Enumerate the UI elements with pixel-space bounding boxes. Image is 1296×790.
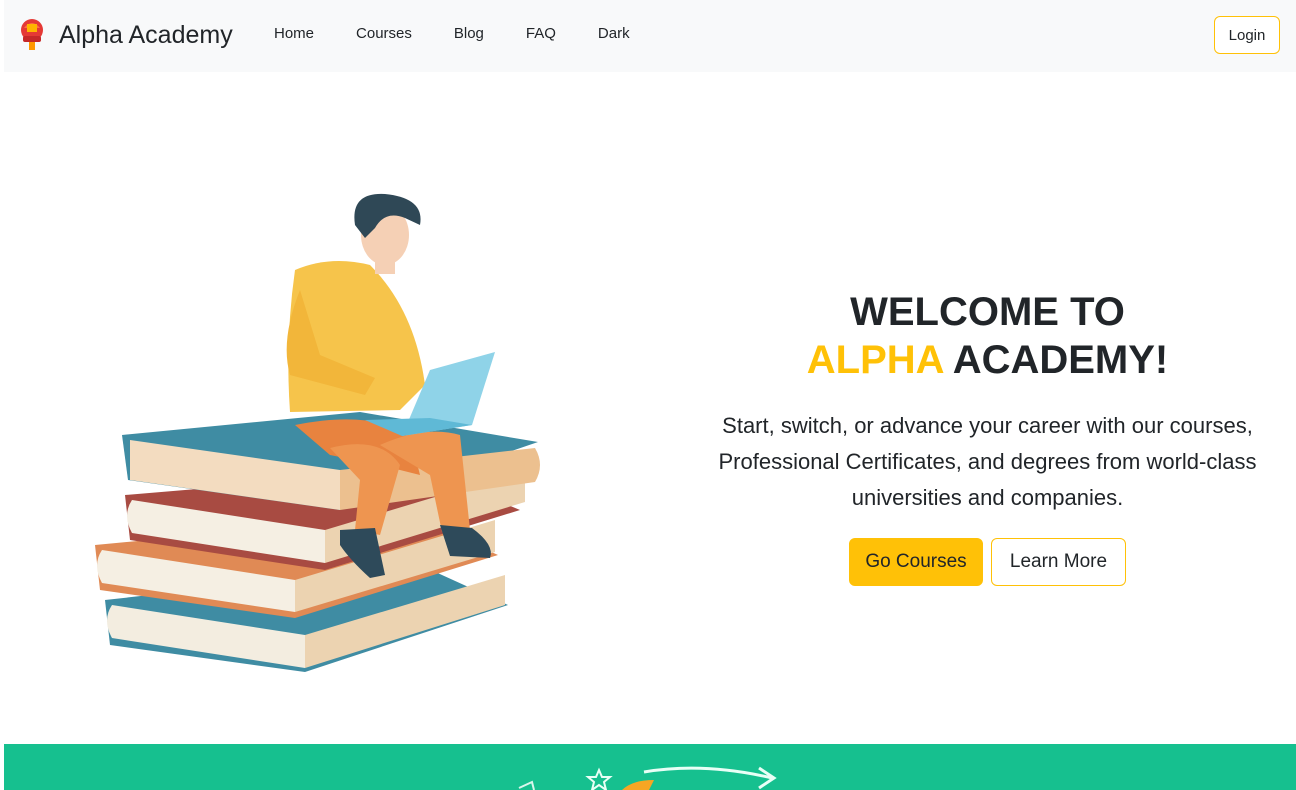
- nav-link-courses[interactable]: Courses: [356, 25, 412, 42]
- brand[interactable]: Alpha Academy: [18, 18, 233, 52]
- hero-title-rest: ACADEMY!: [952, 338, 1169, 382]
- hero-subtitle: Start, switch, or advance your career wi…: [718, 413, 1257, 510]
- go-courses-button[interactable]: Go Courses: [849, 538, 983, 586]
- hero-title-line1: WELCOME TO: [850, 290, 1125, 334]
- student-on-books-illustration: [95, 193, 540, 672]
- features-section: [4, 744, 1296, 790]
- nav-link-faq[interactable]: FAQ: [526, 25, 556, 42]
- dark-mode-toggle[interactable]: Dark: [598, 25, 630, 42]
- nav-link-home[interactable]: Home: [274, 25, 314, 42]
- learn-more-button[interactable]: Learn More: [991, 538, 1126, 586]
- nav-link-blog[interactable]: Blog: [454, 25, 484, 42]
- nav-links: Home Courses Blog FAQ Dark: [274, 25, 672, 42]
- brand-name: Alpha Academy: [59, 20, 233, 49]
- login-button[interactable]: Login: [1214, 16, 1280, 54]
- rocket-illustration: [518, 766, 777, 790]
- torch-logo-icon: [21, 19, 43, 50]
- hero-title: WELCOME TO ALPHA ACADEMY!: [705, 288, 1270, 384]
- navbar: Alpha Academy Home Courses Blog FAQ Dark…: [4, 0, 1296, 72]
- hero-title-accent: ALPHA: [806, 338, 944, 382]
